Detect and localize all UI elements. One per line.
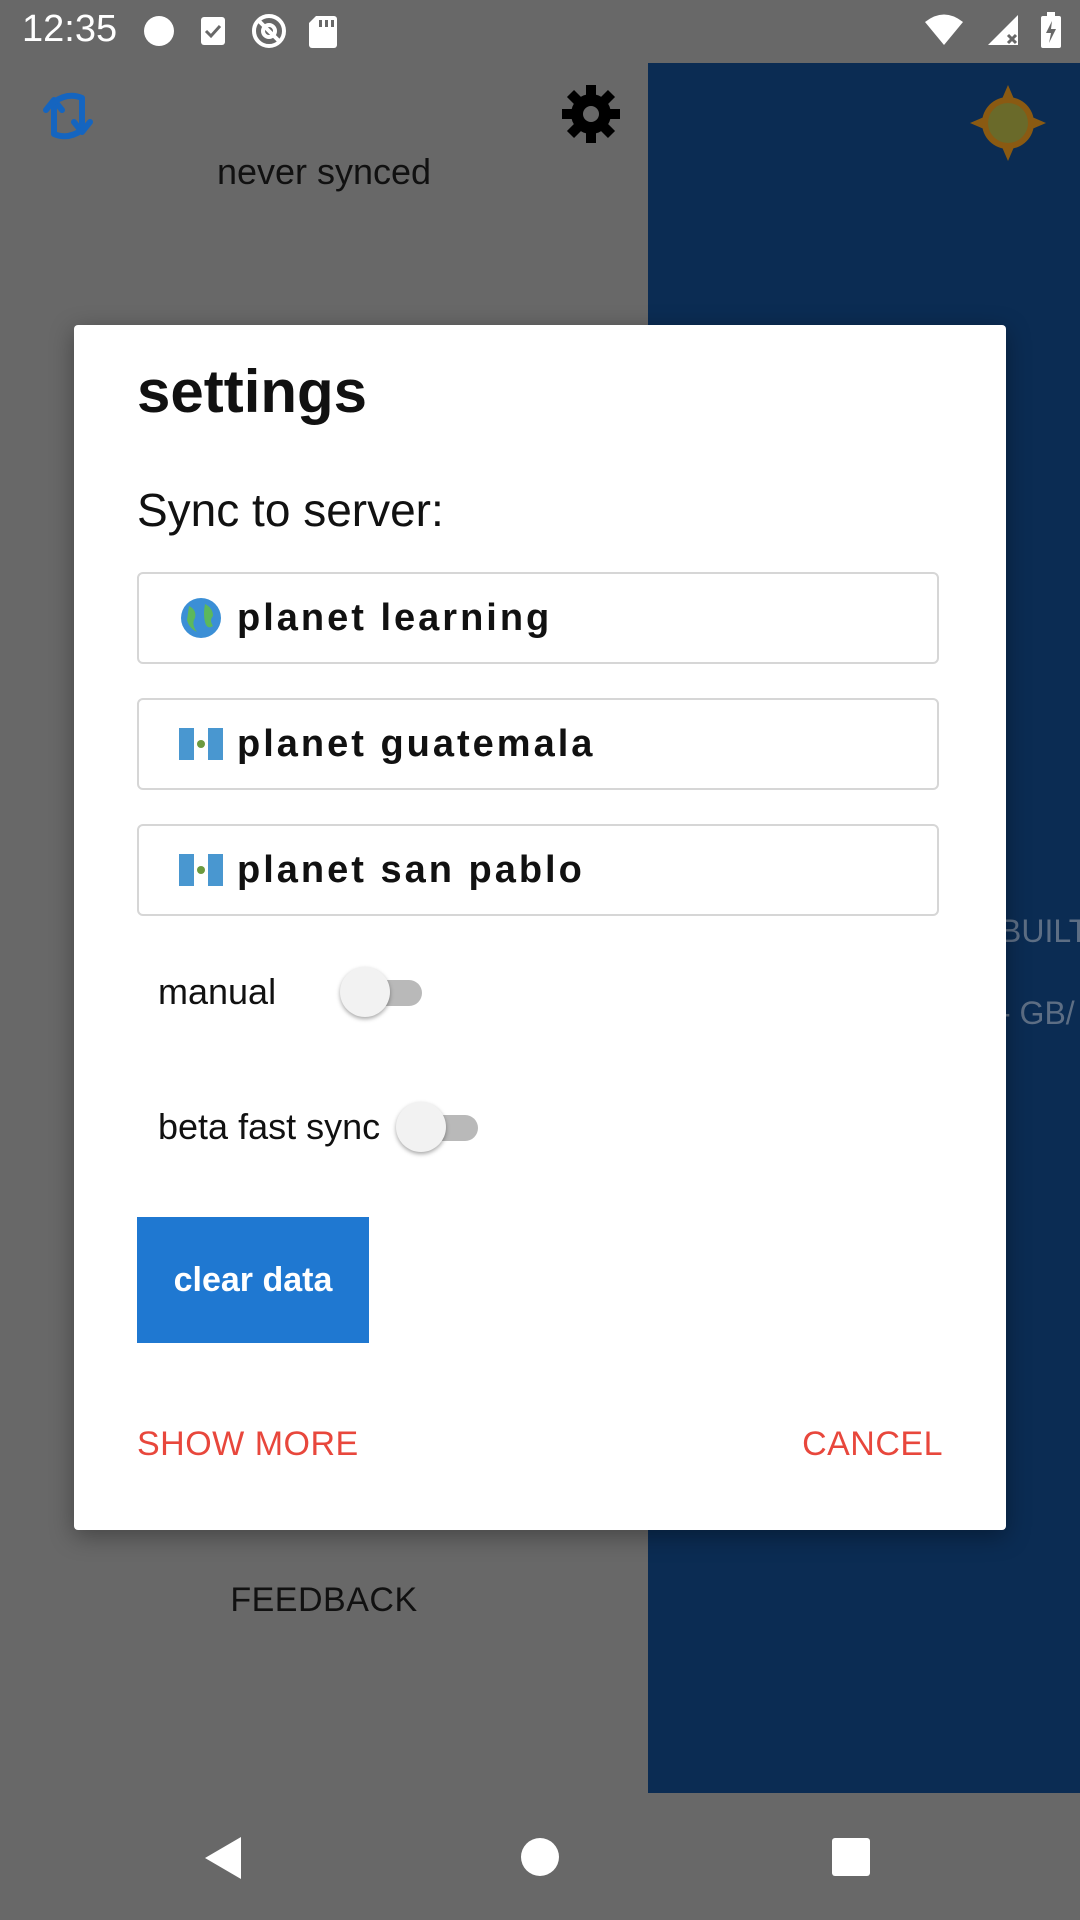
feedback-button[interactable]: FEEDBACK xyxy=(0,1581,648,1620)
server-label: planet guatemala xyxy=(237,722,596,765)
server-option-planet-learning[interactable]: planet learning xyxy=(137,572,939,664)
server-option-planet-guatemala[interactable]: planet guatemala xyxy=(137,698,939,790)
notification-icons xyxy=(142,12,338,50)
sun-icon[interactable] xyxy=(970,85,1046,161)
beta-fast-sync-toggle-label: beta fast sync xyxy=(158,1106,381,1147)
server-label: planet learning xyxy=(237,596,553,639)
settings-dialog: settings Sync to server: planet learning… xyxy=(74,325,1006,1530)
sync-icon[interactable] xyxy=(40,88,96,144)
circle-notification-icon xyxy=(144,16,174,46)
globe-icon xyxy=(179,596,223,640)
peek-text-gb: - GB/ xyxy=(1000,995,1075,1031)
navigation-bar xyxy=(0,1793,1080,1920)
guatemala-flag-icon xyxy=(179,728,223,760)
system-icons xyxy=(924,12,1062,48)
battery-icon xyxy=(1041,12,1061,48)
beta-fast-sync-toggle-row: beta fast sync xyxy=(158,1102,480,1152)
sync-status-text: never synced xyxy=(216,151,432,192)
toggle-thumb xyxy=(340,967,390,1017)
sd-card-icon xyxy=(309,16,337,48)
show-more-button[interactable]: SHOW MORE xyxy=(137,1425,359,1464)
recents-icon[interactable] xyxy=(831,1837,871,1877)
beta-fast-sync-toggle[interactable] xyxy=(396,1102,480,1152)
guatemala-flag-icon xyxy=(179,854,223,886)
peek-text-built: BUILT xyxy=(1000,913,1080,949)
task-check-icon xyxy=(201,17,225,45)
home-icon[interactable] xyxy=(520,1837,560,1877)
manual-toggle-label: manual xyxy=(158,971,277,1012)
toggle-thumb xyxy=(396,1102,446,1152)
gear-icon[interactable] xyxy=(560,83,622,145)
signal-icon xyxy=(988,15,1018,45)
cancel-button[interactable]: CANCEL xyxy=(802,1425,943,1464)
manual-toggle-row: manual xyxy=(158,967,424,1017)
status-time: 12:35 xyxy=(22,8,118,50)
at-sync-icon xyxy=(252,14,286,48)
manual-toggle[interactable] xyxy=(340,967,424,1017)
sync-to-server-label: Sync to server: xyxy=(137,484,444,536)
clear-data-button[interactable]: clear data xyxy=(137,1217,369,1343)
server-label: planet san pablo xyxy=(237,848,585,891)
status-bar: 12:35 xyxy=(0,0,1080,63)
back-icon[interactable] xyxy=(203,1835,243,1881)
wifi-icon xyxy=(925,14,963,45)
dialog-title: settings xyxy=(137,358,368,425)
server-option-planet-san-pablo[interactable]: planet san pablo xyxy=(137,824,939,916)
